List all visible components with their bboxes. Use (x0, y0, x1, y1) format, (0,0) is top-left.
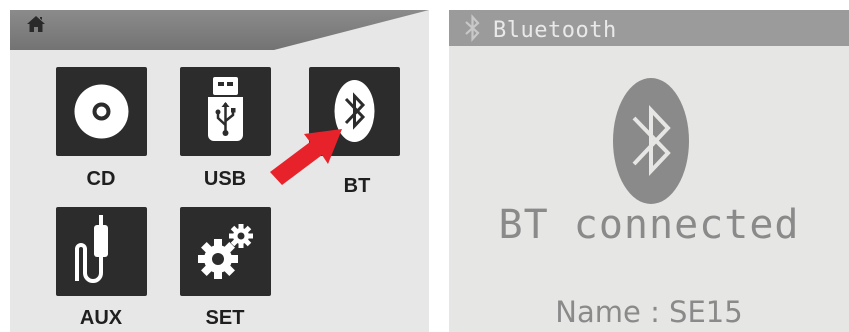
bluetooth-logo-icon (613, 78, 689, 204)
disc-icon (74, 84, 129, 139)
bluetooth-title: Bluetooth (493, 18, 617, 43)
usb-icon (208, 77, 243, 141)
cd-tile[interactable] (56, 67, 147, 156)
aux-label: AUX (79, 307, 123, 329)
set-tile[interactable] (180, 207, 271, 296)
home-screen: CD USB BT AUX SET (10, 10, 429, 332)
usb-label: USB (203, 168, 247, 190)
home-icon[interactable] (26, 15, 46, 33)
aux-tile[interactable] (56, 207, 147, 296)
gears-icon (198, 224, 253, 279)
device-name: Name : SE15 (555, 295, 743, 329)
red-arrow-icon (270, 129, 342, 185)
cd-label: CD (86, 168, 116, 190)
connection-status: BT connected (498, 202, 800, 248)
bluetooth-icon (465, 14, 480, 42)
aux-cable-icon (75, 215, 108, 283)
bluetooth-screen: Bluetooth BT connected Name : SE15 (449, 10, 849, 332)
set-label: SET (205, 307, 245, 329)
usb-tile[interactable] (180, 67, 271, 156)
